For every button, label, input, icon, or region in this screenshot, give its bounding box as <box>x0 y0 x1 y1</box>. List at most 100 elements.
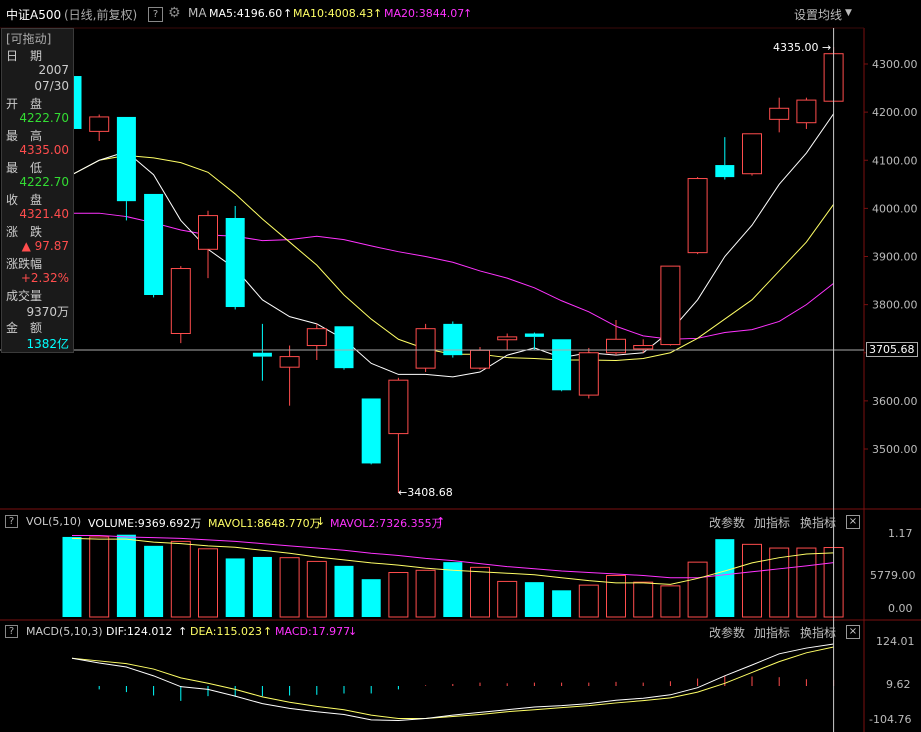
dea-line <box>71 646 834 720</box>
volume-switch-indicator-button[interactable]: 换指标 <box>800 514 836 531</box>
ma5-value: MA5:4196.60 <box>209 7 283 20</box>
volume-bar-down <box>225 558 245 617</box>
price-tick-label: 3900.00 <box>872 251 918 264</box>
price-tick-label: 4200.00 <box>872 106 918 119</box>
date-monthday: 07/30 <box>34 79 69 93</box>
pct-value: +2.32% <box>20 271 69 285</box>
candle-body-down <box>334 326 354 369</box>
volume-bar-up <box>660 585 681 618</box>
candle-body-up <box>660 265 681 346</box>
ma-label: MA <box>188 6 207 20</box>
macd-switch-indicator-button[interactable]: 换指标 <box>800 624 836 641</box>
mavol1-arrow-icon: ↓ <box>316 515 326 528</box>
dif-value: DIF:124.012 <box>106 625 173 638</box>
amount-value: 1382亿 <box>26 337 69 351</box>
price-tick-label: 4000.00 <box>872 202 918 215</box>
volume-bar-up <box>170 540 191 618</box>
volume-bar-up <box>633 581 654 618</box>
candle-body-up <box>633 345 654 350</box>
candle-body-up <box>306 328 327 347</box>
volume-bar-up <box>606 574 626 618</box>
volume-bar-down <box>144 545 164 617</box>
mavol2-arrow-icon: ↑ <box>436 515 446 528</box>
volume-title: VOL(5,10) <box>26 515 82 528</box>
price-tick-label: 3800.00 <box>872 299 918 312</box>
ma5-arrow-icon: ↑ <box>283 7 293 20</box>
open-label: 开 盘 <box>6 97 43 111</box>
dea-value: DEA:115.023 <box>190 625 262 638</box>
volume-bar-up <box>578 584 599 618</box>
candle-body-up <box>170 268 191 334</box>
candle-body-up <box>415 328 436 369</box>
mavol2-value: MAVOL2:7326.355万 <box>330 517 443 530</box>
macd-collapse-button[interactable]: ? <box>5 625 18 638</box>
macd-axis-mid: 9.62 <box>886 678 911 691</box>
volume-bar-down <box>552 590 572 617</box>
candle-body-up <box>470 349 490 369</box>
volume-panel-header: ? VOL(5,10) VOLUME:9369.692万 MAVOL1:8648… <box>0 512 864 530</box>
vol-axis-mid: 5779.00 <box>870 569 916 582</box>
volume-bar-up <box>796 547 817 618</box>
volume-bar-down <box>116 534 136 617</box>
dea-arrow-icon: ↑ <box>263 625 273 638</box>
pct-label: 涨跌幅 <box>6 257 43 271</box>
volume-bar-down <box>252 556 272 617</box>
volume-bar-up <box>306 560 327 618</box>
volume-value-text: VOLUME:9369.692万 <box>88 517 202 530</box>
volume-bar-up <box>742 543 762 618</box>
volume-bar-down <box>334 565 354 617</box>
candle-body-down <box>116 116 136 202</box>
close-label: 收 盘 <box>6 193 43 207</box>
date-label: 日 期 <box>6 49 43 63</box>
candle-body-up <box>198 215 218 250</box>
ma10-arrow-icon: ↑ <box>373 7 383 20</box>
volume-bar-up <box>415 569 436 618</box>
candle-body-down <box>524 333 544 337</box>
ma20-arrow-icon: ↑ <box>463 7 473 20</box>
candle-body-up <box>578 352 599 396</box>
macd-axis-bottom: -104.76 <box>869 713 912 726</box>
macd-add-indicator-button[interactable]: 加指标 <box>754 624 790 641</box>
candle-body-up <box>279 356 300 368</box>
current-price-label: 3705.68 <box>866 342 918 358</box>
ma-settings-button[interactable]: 设置均线 <box>794 6 842 23</box>
change-value: ▲ 97.87 <box>21 239 69 253</box>
macd-close-icon[interactable]: × <box>846 625 860 639</box>
gear-icon[interactable]: ⚙ <box>168 5 181 21</box>
high-value: 4335.00 <box>19 143 69 157</box>
candle-body-up <box>769 107 790 120</box>
candle-body-up <box>388 379 409 435</box>
high-label: 最 高 <box>6 129 43 143</box>
macd-params-button[interactable]: 改参数 <box>709 624 745 641</box>
volume-label: 成交量 <box>6 289 43 303</box>
macd-value: MACD:17.977 <box>275 625 351 638</box>
chart-header: 中证A500 (日线,前复权) ? ⚙ MA MA5:4196.60 ↑ MA1… <box>0 0 921 28</box>
price-tick-label: 4300.00 <box>872 58 918 71</box>
low-label: 最 低 <box>6 161 43 175</box>
volume-bar-down <box>715 539 735 617</box>
low-value: 4222.70 <box>19 175 69 189</box>
vol-axis-bottom: 0.00 <box>888 602 913 615</box>
amount-label: 金 额 <box>6 321 43 335</box>
volume-params-button[interactable]: 改参数 <box>709 514 745 531</box>
high-annotation: 4335.00 → <box>773 41 832 54</box>
symbol-name[interactable]: 中证A500 <box>6 6 61 23</box>
volume-bar-up <box>388 572 409 618</box>
volume-collapse-button[interactable]: ? <box>5 515 18 528</box>
drag-label[interactable]: [可拖动] <box>6 30 51 47</box>
volume-bar-up <box>687 561 708 618</box>
open-value: 4222.70 <box>19 111 69 125</box>
volume-bar-up <box>769 547 790 618</box>
help-button[interactable]: ? <box>148 7 163 22</box>
adjust-mode[interactable]: (日线,前复权) <box>64 6 137 23</box>
volume-close-icon[interactable]: × <box>846 515 860 529</box>
candle-body-down <box>552 339 572 391</box>
chevron-down-icon[interactable]: ▼ <box>845 8 852 18</box>
volume-bar-down <box>62 536 82 617</box>
candle-body-up <box>742 133 762 175</box>
dif-arrow-icon: ↑ <box>178 625 188 638</box>
info-panel[interactable]: [可拖动] 日 期 2007 07/30 开 盘 4222.70 最 高 433… <box>1 28 74 353</box>
mavol1-value: MAVOL1:8648.770万 <box>208 517 321 530</box>
volume-add-indicator-button[interactable]: 加指标 <box>754 514 790 531</box>
vol-axis-top: 1.17 <box>888 527 913 540</box>
